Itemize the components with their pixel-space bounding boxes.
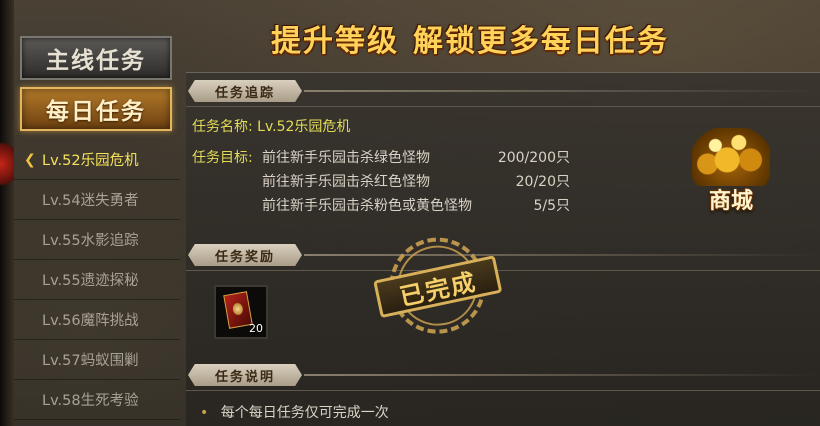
reward-header: 任务奖励 bbox=[186, 241, 820, 271]
page-title: 提升等级 解锁更多每日任务 bbox=[190, 10, 750, 66]
quest-item-label: Lv.56魔阵挑战 bbox=[42, 313, 139, 329]
quest-list: ❮ Lv.52乐园危机 Lv.54迷失勇者 Lv.55水影追踪 Lv.55遗迹探… bbox=[14, 140, 180, 420]
selected-arrow-icon: ❮ bbox=[24, 152, 36, 168]
quest-item-label: Lv.52乐园危机 bbox=[42, 153, 139, 169]
description-bullet: • 每个每日任务仅可完成一次 bbox=[200, 402, 389, 422]
left-border bbox=[0, 0, 14, 426]
tracking-ribbon: 任务追踪 bbox=[188, 80, 302, 102]
quest-name-label: 任务名称: bbox=[192, 119, 253, 135]
reward-item-count: 20 bbox=[249, 322, 263, 335]
tracking-header: 任务追踪 bbox=[186, 77, 820, 107]
description-ribbon: 任务说明 bbox=[188, 364, 302, 386]
quest-item-lv57[interactable]: Lv.57蚂蚁围剿 bbox=[14, 340, 180, 380]
quest-item-label: Lv.55水影追踪 bbox=[42, 233, 139, 249]
goal-text-2: 前往新手乐园击杀红色怪物 bbox=[262, 174, 430, 190]
description-header: 任务说明 bbox=[186, 361, 820, 391]
title-part-1: 提升等级 bbox=[271, 24, 399, 59]
shop-label: 商城 bbox=[708, 188, 753, 214]
reward-item-slot[interactable]: 20 bbox=[214, 285, 268, 339]
shop-button[interactable]: 商城 bbox=[688, 124, 774, 220]
quest-item-label: Lv.57蚂蚁围剿 bbox=[42, 353, 139, 369]
quest-name-row: 任务名称: Lv.52乐园危机 bbox=[192, 116, 350, 136]
quest-goal-label: 任务目标: bbox=[192, 150, 253, 166]
bullet-dot-icon: • bbox=[200, 405, 209, 421]
quest-item-label: Lv.54迷失勇者 bbox=[42, 193, 139, 209]
description-text: 每个每日任务仅可完成一次 bbox=[220, 405, 389, 421]
quest-sidebar: 主线任务 每日任务 ❮ Lv.52乐园危机 Lv.54迷失勇者 Lv.55水影追… bbox=[14, 28, 182, 426]
tab-main-quest[interactable]: 主线任务 bbox=[20, 36, 172, 80]
quest-item-lv56[interactable]: Lv.56魔阵挑战 bbox=[14, 300, 180, 340]
goal-text-1: 前往新手乐园击杀绿色怪物 bbox=[262, 150, 430, 166]
red-orb-decoration bbox=[0, 140, 14, 188]
goal-count-2: 20/20只 bbox=[515, 174, 570, 190]
goal-text-3: 前往新手乐园击杀粉色或黄色怪物 bbox=[262, 198, 472, 214]
quest-item-lv55-a[interactable]: Lv.55水影追踪 bbox=[14, 220, 180, 260]
reward-ribbon: 任务奖励 bbox=[188, 244, 302, 266]
tab-daily-quest[interactable]: 每日任务 bbox=[20, 87, 172, 131]
quest-item-label: Lv.58生死考验 bbox=[42, 393, 139, 409]
goal-count-3: 5/5只 bbox=[533, 198, 570, 214]
gold-pile-icon bbox=[692, 128, 770, 186]
quest-item-label: Lv.55遗迹探秘 bbox=[42, 273, 139, 289]
goal-count-1: 200/200只 bbox=[497, 150, 570, 166]
title-part-2: 解锁更多每日任务 bbox=[413, 24, 669, 59]
quest-item-lv55-b[interactable]: Lv.55遗迹探秘 bbox=[14, 260, 180, 300]
quest-item-lv58[interactable]: Lv.58生死考验 bbox=[14, 380, 180, 420]
quest-name-value: Lv.52乐园危机 bbox=[257, 119, 351, 135]
quest-item-lv52[interactable]: ❮ Lv.52乐园危机 bbox=[14, 140, 180, 180]
quest-item-lv54[interactable]: Lv.54迷失勇者 bbox=[14, 180, 180, 220]
